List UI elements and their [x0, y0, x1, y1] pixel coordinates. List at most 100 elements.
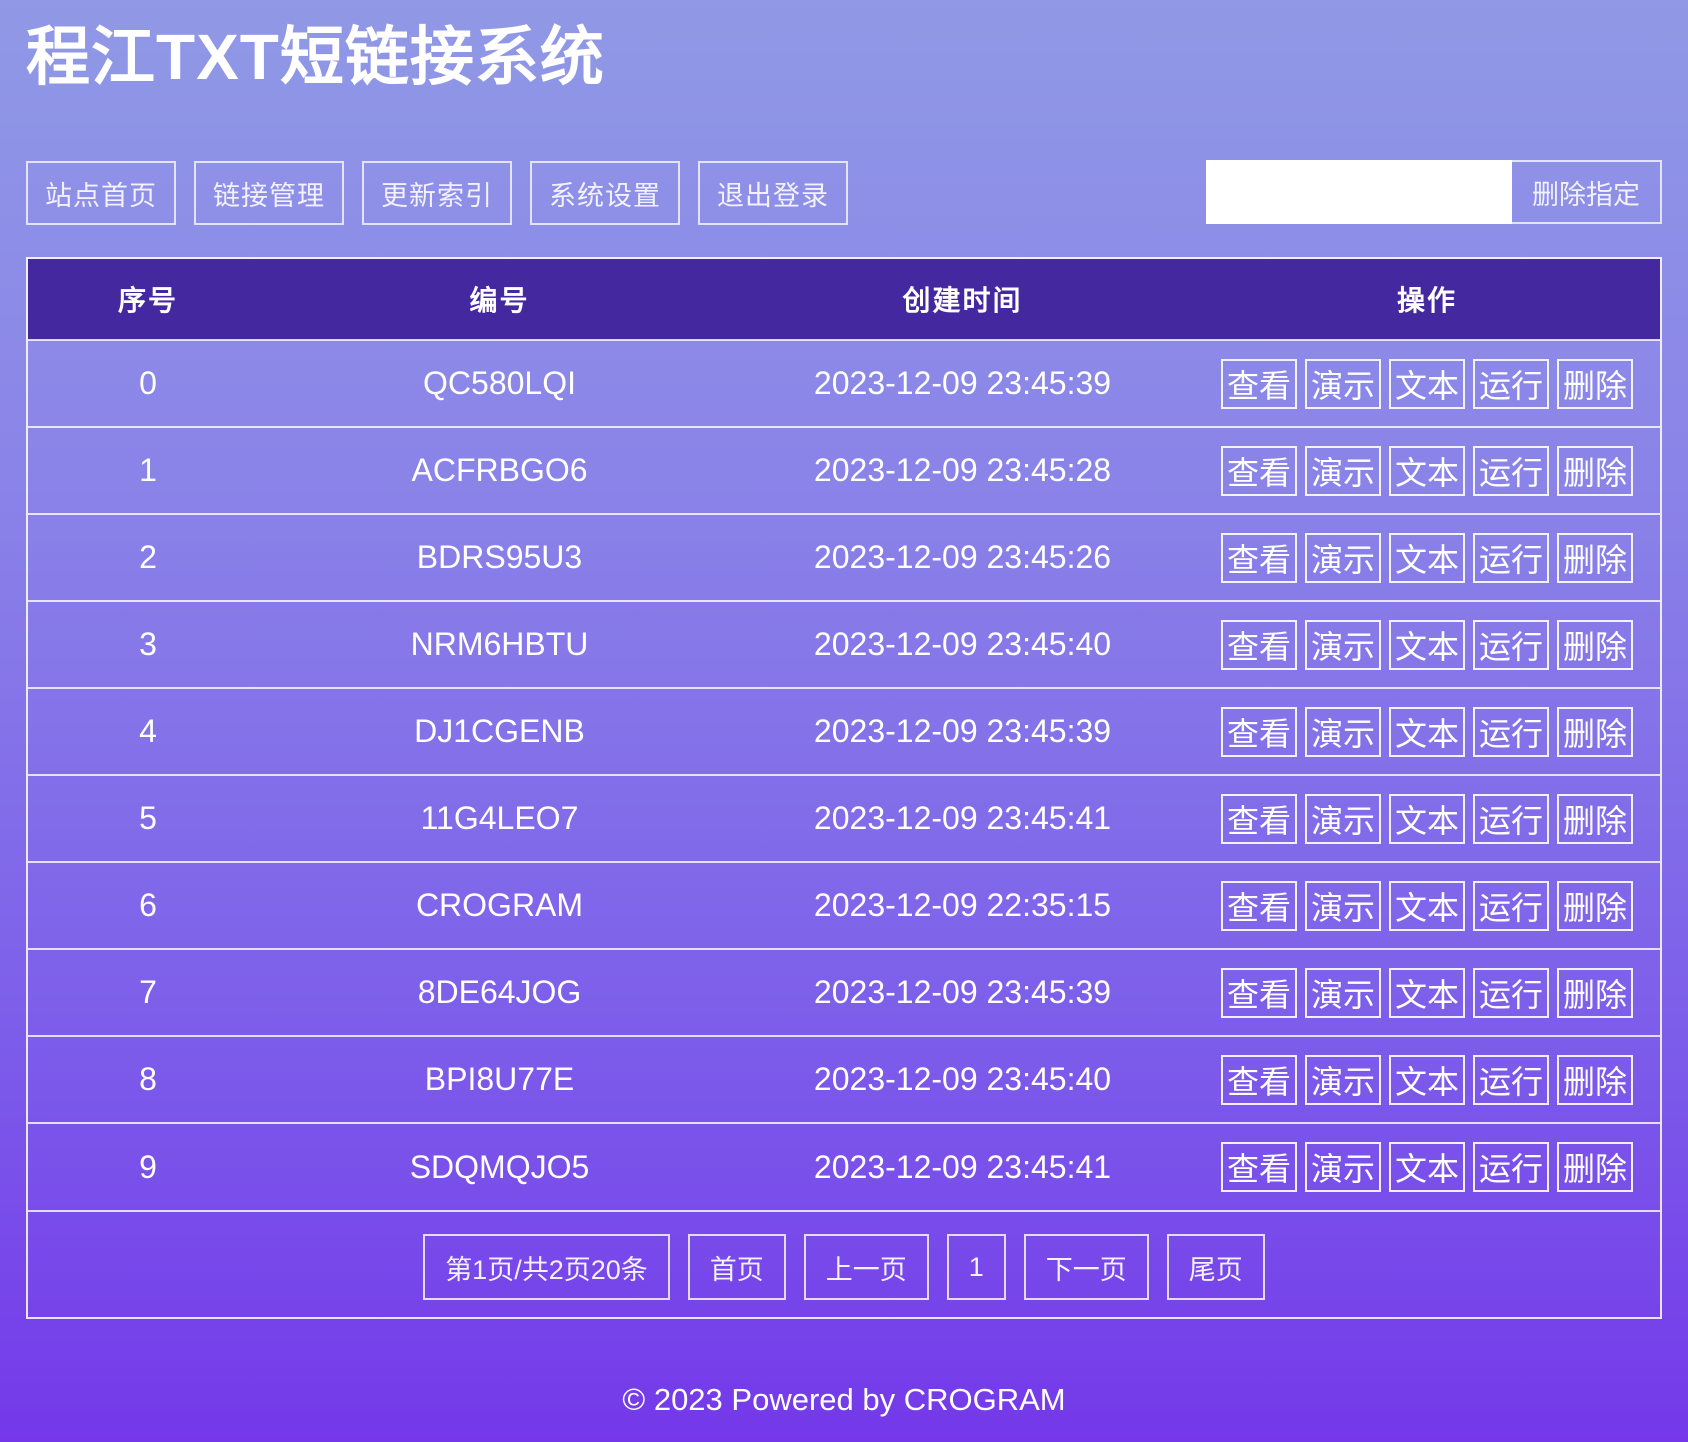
row-actions: 查看 演示 文本 运行 删除: [1194, 532, 1660, 583]
delete-code-input[interactable]: [1206, 160, 1512, 224]
text-button[interactable]: 文本: [1389, 358, 1465, 409]
header-created-time: 创建时间: [902, 285, 1023, 316]
table-row: 5 11G4LEO7 2023-12-09 23:45:41 查看 演示 文本 运行 删除: [28, 775, 1660, 862]
run-button[interactable]: 运行: [1473, 619, 1549, 670]
run-button[interactable]: 运行: [1473, 706, 1549, 757]
delete-button[interactable]: 删除: [1557, 793, 1633, 844]
cell-code: 8DE64JOG: [417, 974, 582, 1010]
header-actions: 操作: [1396, 285, 1457, 316]
last-page-button[interactable]: 尾页: [1166, 1234, 1265, 1300]
delete-button[interactable]: 删除: [1557, 1142, 1633, 1192]
run-button[interactable]: 运行: [1473, 358, 1549, 409]
delete-button[interactable]: 删除: [1557, 358, 1633, 409]
table-row: 9 SDQMQJO5 2023-12-09 23:45:41 查看 演示 文本 运行 删除: [28, 1123, 1660, 1210]
view-button[interactable]: 查看: [1221, 358, 1297, 409]
nav-logout-button[interactable]: 退出登录: [698, 161, 848, 225]
demo-button[interactable]: 演示: [1305, 619, 1381, 670]
run-button[interactable]: 运行: [1473, 880, 1549, 931]
delete-button[interactable]: 删除: [1557, 445, 1633, 496]
demo-button[interactable]: 演示: [1305, 793, 1381, 844]
cell-created-time: 2023-12-09 23:45:39: [813, 974, 1112, 1010]
demo-button[interactable]: 演示: [1305, 706, 1381, 757]
view-button[interactable]: 查看: [1221, 706, 1297, 757]
delete-specified-button[interactable]: 删除指定: [1512, 160, 1662, 224]
text-button[interactable]: 文本: [1389, 532, 1465, 583]
row-actions: 查看 演示 文本 运行 删除: [1194, 880, 1660, 931]
cell-created-time: 2023-12-09 23:45:41: [813, 800, 1112, 836]
cell-index: 4: [139, 713, 157, 749]
next-page-button[interactable]: 下一页: [1023, 1234, 1149, 1300]
current-page-button[interactable]: 1: [946, 1234, 1006, 1300]
cell-created-time: 2023-12-09 23:45:40: [813, 626, 1112, 662]
pagination: 第1页/共2页20条 首页 上一页 1 下一页 尾页: [28, 1210, 1660, 1322]
header-index: 序号: [117, 285, 178, 316]
run-button[interactable]: 运行: [1473, 1142, 1549, 1192]
nav-settings-button[interactable]: 系统设置: [530, 161, 680, 225]
view-button[interactable]: 查看: [1221, 1054, 1297, 1105]
cell-actions: 查看 演示 文本 运行 删除: [1194, 775, 1660, 862]
run-button[interactable]: 运行: [1473, 1054, 1549, 1105]
cell-created-time: 2023-12-09 23:45:40: [813, 1061, 1112, 1097]
demo-button[interactable]: 演示: [1305, 532, 1381, 583]
view-button[interactable]: 查看: [1221, 880, 1297, 931]
text-button[interactable]: 文本: [1389, 1054, 1465, 1105]
row-actions: 查看 演示 文本 运行 删除: [1194, 619, 1660, 670]
text-button[interactable]: 文本: [1389, 706, 1465, 757]
run-button[interactable]: 运行: [1473, 532, 1549, 583]
delete-button[interactable]: 删除: [1557, 619, 1633, 670]
cell-code: QC580LQI: [423, 365, 576, 401]
page-info: 第1页/共2页20条: [423, 1234, 670, 1300]
cell-created-time: 2023-12-09 23:45:39: [813, 713, 1112, 749]
delete-button[interactable]: 删除: [1557, 1054, 1633, 1105]
table-row: 8 BPI8U77E 2023-12-09 23:45:40 查看 演示 文本 运行 删除: [28, 1036, 1660, 1123]
delete-button[interactable]: 删除: [1557, 967, 1633, 1018]
view-button[interactable]: 查看: [1221, 532, 1297, 583]
cell-code: NRM6HBTU: [410, 626, 589, 662]
delete-button[interactable]: 删除: [1557, 706, 1633, 757]
text-button[interactable]: 文本: [1389, 619, 1465, 670]
links-table-container: 序号 编号 创建时间 操作 0 QC580LQI 2023-12-09 23:45:…: [26, 257, 1662, 1319]
first-page-button[interactable]: 首页: [687, 1234, 786, 1300]
cell-actions: 查看 演示 文本 运行 删除: [1194, 514, 1660, 601]
nav-reindex-button[interactable]: 更新索引: [362, 161, 512, 225]
cell-index: 5: [139, 800, 157, 836]
cell-created-time: 2023-12-09 22:35:15: [813, 887, 1112, 923]
view-button[interactable]: 查看: [1221, 445, 1297, 496]
delete-button[interactable]: 删除: [1557, 880, 1633, 931]
view-button[interactable]: 查看: [1221, 619, 1297, 670]
run-button[interactable]: 运行: [1473, 793, 1549, 844]
prev-page-button[interactable]: 上一页: [803, 1234, 929, 1300]
table-row: 1 ACFRBGO6 2023-12-09 23:45:28 查看 演示 文本 运行 删除: [28, 427, 1660, 514]
table-row: 7 8DE64JOG 2023-12-09 23:45:39 查看 演示 文本 运行 删除: [28, 949, 1660, 1036]
demo-button[interactable]: 演示: [1305, 445, 1381, 496]
run-button[interactable]: 运行: [1473, 967, 1549, 1018]
delete-button[interactable]: 删除: [1557, 532, 1633, 583]
table-row: 3 NRM6HBTU 2023-12-09 23:45:40 查看 演示 文本 运行 删除: [28, 601, 1660, 688]
demo-button[interactable]: 演示: [1305, 1142, 1381, 1192]
table-row: 0 QC580LQI 2023-12-09 23:45:39 查看 演示 文本 运行 删除: [28, 340, 1660, 427]
cell-index: 1: [139, 452, 157, 488]
text-button[interactable]: 文本: [1389, 1142, 1465, 1192]
cell-index: 3: [139, 626, 157, 662]
text-button[interactable]: 文本: [1389, 880, 1465, 931]
view-button[interactable]: 查看: [1221, 967, 1297, 1018]
demo-button[interactable]: 演示: [1305, 1054, 1381, 1105]
nav-home-button[interactable]: 站点首页: [26, 161, 176, 225]
view-button[interactable]: 查看: [1221, 793, 1297, 844]
text-button[interactable]: 文本: [1389, 967, 1465, 1018]
links-table: 序号 编号 创建时间 操作 0 QC580LQI 2023-12-09 23:45:…: [28, 259, 1660, 1210]
text-button[interactable]: 文本: [1389, 793, 1465, 844]
demo-button[interactable]: 演示: [1305, 880, 1381, 931]
row-actions: 查看 演示 文本 运行 删除: [1194, 706, 1660, 757]
demo-button[interactable]: 演示: [1305, 967, 1381, 1018]
table-row: 2 BDRS95U3 2023-12-09 23:45:26 查看 演示 文本 运行 删除: [28, 514, 1660, 601]
run-button[interactable]: 运行: [1473, 445, 1549, 496]
header-code: 编号: [469, 285, 530, 316]
view-button[interactable]: 查看: [1221, 1142, 1297, 1192]
text-button[interactable]: 文本: [1389, 445, 1465, 496]
nav-links-button[interactable]: 链接管理: [194, 161, 344, 225]
row-actions: 查看 演示 文本 运行 删除: [1194, 967, 1660, 1018]
demo-button[interactable]: 演示: [1305, 358, 1381, 409]
cell-created-time: 2023-12-09 23:45:28: [813, 452, 1112, 488]
cell-index: 6: [139, 887, 157, 923]
